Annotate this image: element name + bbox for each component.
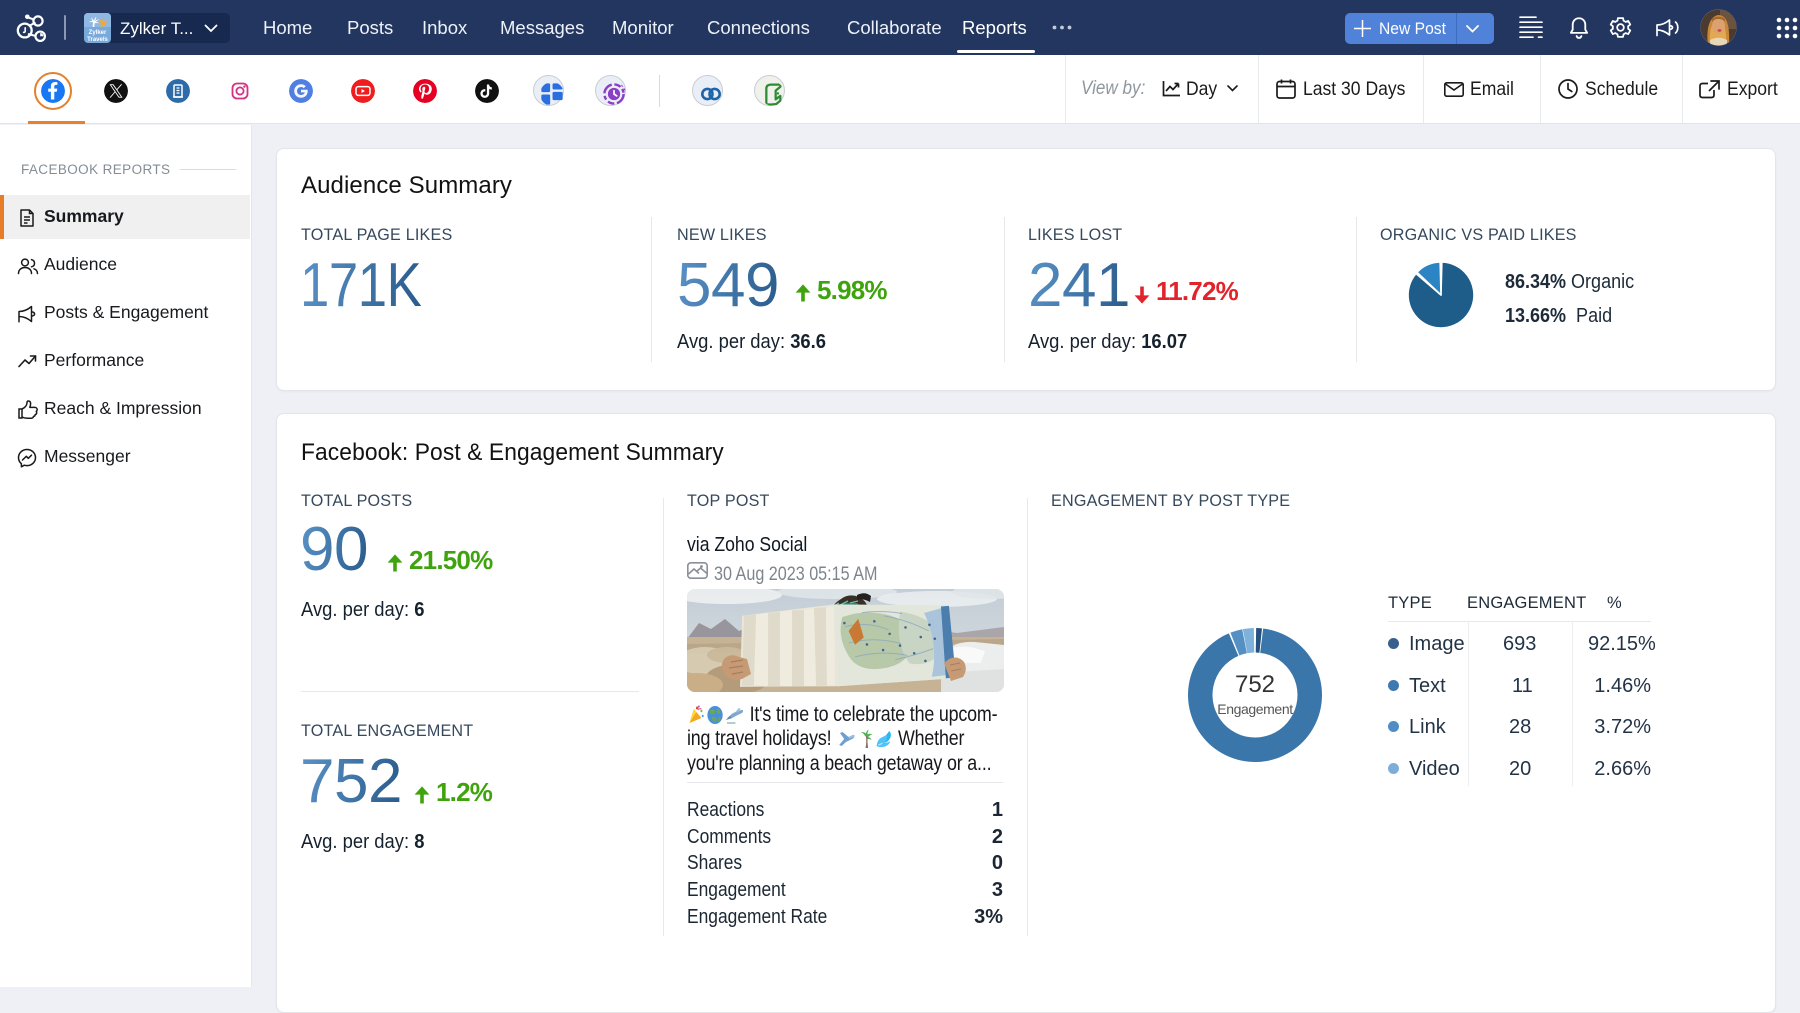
svg-text:Zylker: Zylker	[89, 30, 107, 36]
svg-text:Travels: Travels	[87, 37, 108, 43]
